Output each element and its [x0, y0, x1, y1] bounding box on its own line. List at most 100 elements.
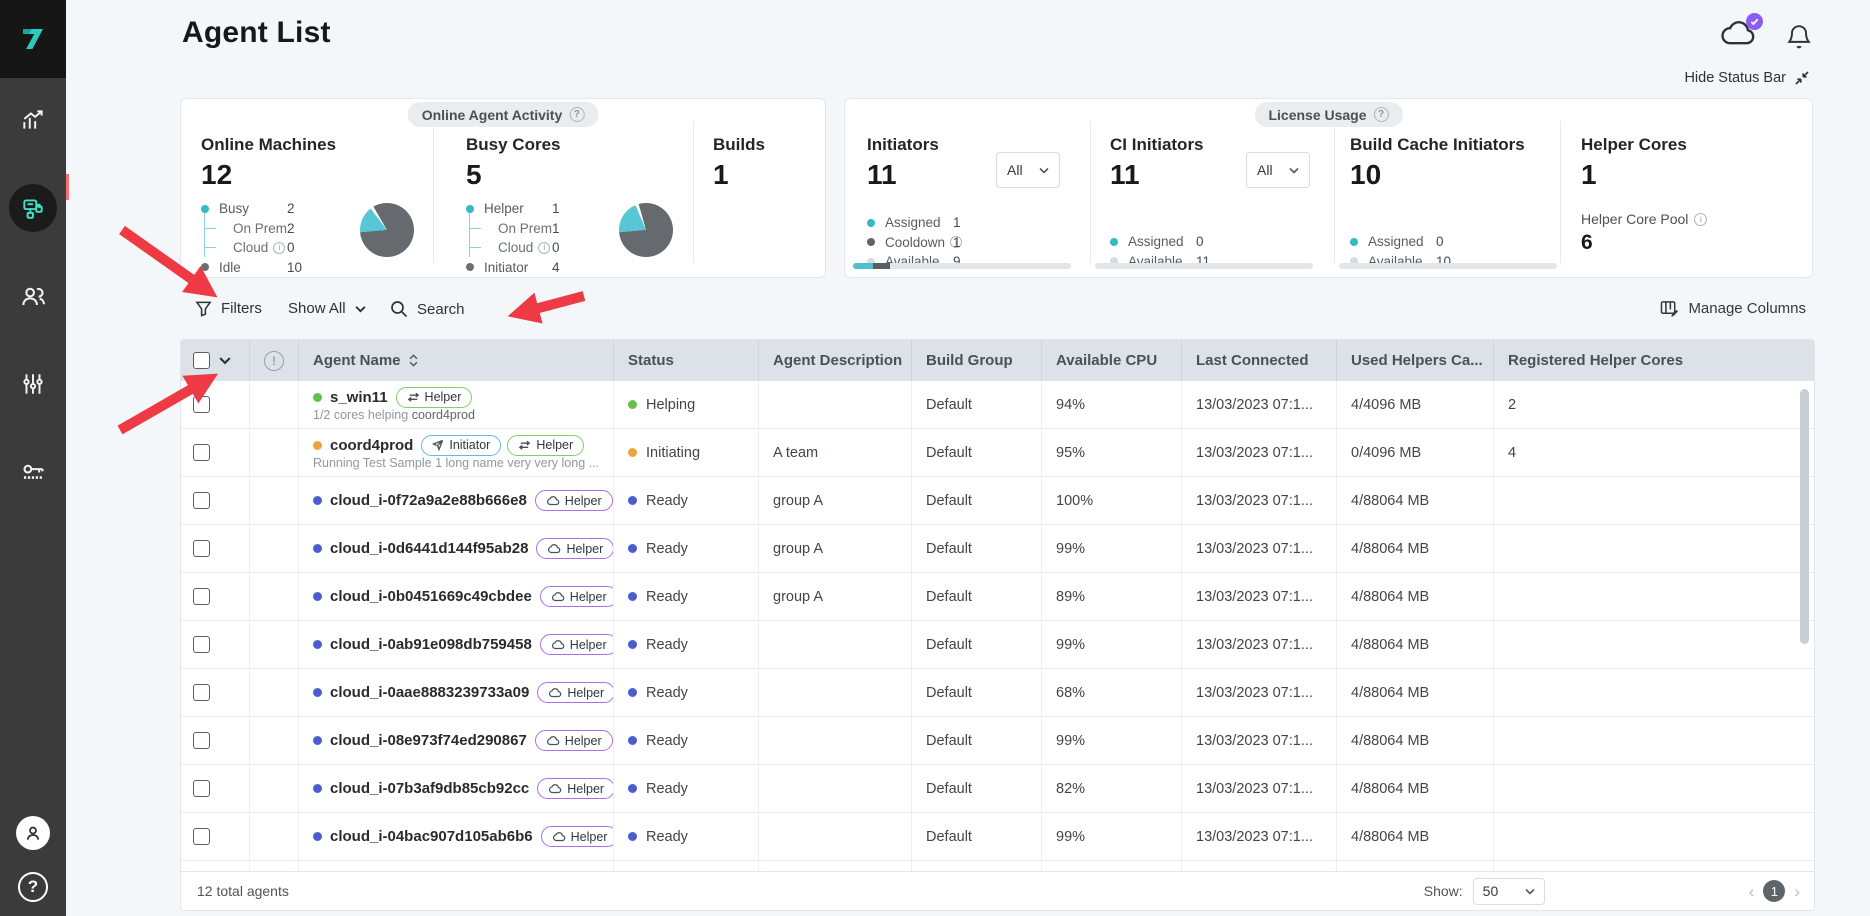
registered-cores-cell	[1494, 813, 1814, 860]
status-label: Ready	[646, 493, 688, 509]
available-cpu-cell: 89%	[1042, 573, 1182, 620]
notifications-bell-icon[interactable]	[1786, 22, 1812, 52]
row-checkbox[interactable]	[193, 588, 210, 605]
row-checkbox[interactable]	[193, 684, 210, 701]
initiator-rocket-icon	[432, 439, 444, 451]
header-description[interactable]: Agent Description	[759, 340, 912, 381]
cloud-badge-icon	[548, 784, 562, 794]
agent-name-cell: cloud_i-0ab91e098db759458	[299, 621, 614, 668]
cloud-status-button[interactable]	[1718, 18, 1760, 55]
stat-title: Busy Cores	[466, 135, 686, 155]
registered-cores-cell	[1494, 669, 1814, 716]
sidebar-item-settings[interactable]	[9, 360, 57, 408]
page-size-value: 50	[1483, 883, 1499, 899]
table-row[interactable]: cloud_i-08e973f74ed290867	[181, 717, 1814, 765]
description-cell: group A	[759, 573, 912, 620]
table-row[interactable]: cloud_i-0ab91e098db759458	[181, 621, 1814, 669]
header-build-group[interactable]: Build Group	[912, 340, 1042, 381]
badge-label: Helper	[565, 494, 602, 508]
header-status[interactable]: Status	[614, 340, 759, 381]
current-page-button[interactable]: 1	[1763, 880, 1785, 902]
row-checkbox[interactable]	[193, 444, 210, 461]
table-row[interactable]: cloud_i-07b3af9db85cb92cc	[181, 765, 1814, 813]
row-checkbox[interactable]	[193, 780, 210, 797]
stat-title: Builds	[713, 135, 813, 155]
filters-button[interactable]: Filters	[195, 300, 262, 317]
table-row[interactable]: s_win11	[181, 381, 1814, 429]
help-question-icon[interactable]: ?	[1374, 107, 1389, 122]
manage-columns-button[interactable]: Manage Columns	[1660, 300, 1806, 317]
header-last-connected[interactable]: Last Connected	[1182, 340, 1337, 381]
status-label: Ready	[646, 685, 688, 701]
initiator-dot	[466, 263, 474, 271]
sidebar-item-license[interactable]	[9, 448, 57, 496]
agent-badge: Helper	[396, 387, 473, 408]
table-scrollbar-thumb[interactable]	[1800, 389, 1809, 644]
table-row[interactable]: cloud_i-04bac907d105ab6b6	[181, 813, 1814, 861]
agent-name-cell: s_win11	[299, 381, 614, 428]
row-checkbox[interactable]	[193, 732, 210, 749]
hide-status-bar-label: Hide Status Bar	[1684, 70, 1786, 86]
header-available-cpu[interactable]: Available CPU	[1042, 340, 1182, 381]
table-row[interactable]: coord4prod	[181, 429, 1814, 477]
last-connected-cell: 13/03/2023 07:1...	[1182, 813, 1337, 860]
row-checkbox[interactable]	[193, 396, 210, 413]
agent-name: s_win11	[330, 389, 388, 406]
table-row[interactable]: cloud_i-0b0451669c49cbdee	[181, 573, 1814, 621]
build-group-cell: Default	[912, 573, 1042, 620]
app-logo[interactable]	[0, 0, 66, 78]
row-checkbox[interactable]	[193, 492, 210, 509]
info-icon[interactable]: i	[538, 242, 550, 254]
available-cpu-cell: 100%	[1042, 477, 1182, 524]
show-all-dropdown[interactable]: Show All	[288, 300, 366, 317]
search-button[interactable]: Search	[390, 300, 465, 318]
agent-name-cell: coord4prod	[299, 429, 614, 476]
sort-icon[interactable]	[409, 354, 418, 367]
header-used-helpers[interactable]: Used Helpers Ca...	[1337, 340, 1494, 381]
used-helpers-cell: 4/88064 MB	[1337, 477, 1494, 524]
status-label: Helping	[646, 397, 695, 413]
status-cell: Initiating	[614, 429, 759, 476]
initiators-filter-select[interactable]: All	[996, 152, 1060, 188]
used-helpers-cell: 4/88064 MB	[1337, 621, 1494, 668]
key-icon	[20, 459, 47, 486]
agent-online-dot	[313, 441, 322, 450]
info-icon[interactable]: i	[273, 242, 285, 254]
help-question-icon[interactable]: ?	[569, 107, 584, 122]
license-usage-label: License Usage ?	[1254, 102, 1402, 127]
info-icon[interactable]: i	[1694, 213, 1707, 226]
ci-initiators-filter-select[interactable]: All	[1246, 152, 1310, 188]
select-dropdown-chevron-icon[interactable]	[219, 356, 231, 365]
status-dot	[628, 640, 637, 649]
row-checkbox[interactable]	[193, 540, 210, 557]
registered-cores-cell: 2	[1494, 381, 1814, 428]
license-usage-panel: License Usage ? Initiators 11 Assigned1 …	[844, 98, 1813, 278]
page-size-select[interactable]: 50	[1473, 878, 1545, 905]
hide-status-bar-button[interactable]: Hide Status Bar	[1684, 70, 1810, 86]
table-row[interactable]: cloud_i-0aae8883239733a09	[181, 669, 1814, 717]
table-row[interactable]: cloud_i-0f72a9a2e88b666e8	[181, 477, 1814, 525]
chevron-down-icon	[1289, 167, 1299, 174]
last-connected-cell: 13/03/2023 07:1...	[1182, 717, 1337, 764]
row-alert-cell	[250, 525, 299, 572]
incredibuild-logo-icon	[18, 24, 48, 54]
table-row[interactable]: cloud_i-0d6441d144f95ab28	[181, 525, 1814, 573]
help-button[interactable]: ?	[18, 872, 48, 902]
next-page-button[interactable]: ›	[1794, 883, 1800, 900]
user-avatar[interactable]	[16, 816, 50, 850]
registered-cores-cell	[1494, 477, 1814, 524]
row-checkbox[interactable]	[193, 828, 210, 845]
sidebar-item-users[interactable]	[9, 272, 57, 320]
agent-list-page: ? Agent List Hide Status Bar Online Agen…	[0, 0, 1870, 916]
sidebar-item-analytics[interactable]	[9, 96, 57, 144]
header-agent-name[interactable]: Agent Name	[299, 340, 614, 381]
select-all-checkbox[interactable]	[193, 352, 210, 369]
header-registered-cores[interactable]: Registered Helper Cores	[1494, 340, 1814, 381]
status-dot	[628, 592, 637, 601]
sidebar-item-agents[interactable]	[9, 184, 57, 232]
build-group-cell: Default	[912, 477, 1042, 524]
last-connected-cell: 13/03/2023 07:1...	[1182, 477, 1337, 524]
agent-badge: Helper	[540, 586, 614, 607]
prev-page-button[interactable]: ‹	[1749, 883, 1755, 900]
row-checkbox[interactable]	[193, 636, 210, 653]
